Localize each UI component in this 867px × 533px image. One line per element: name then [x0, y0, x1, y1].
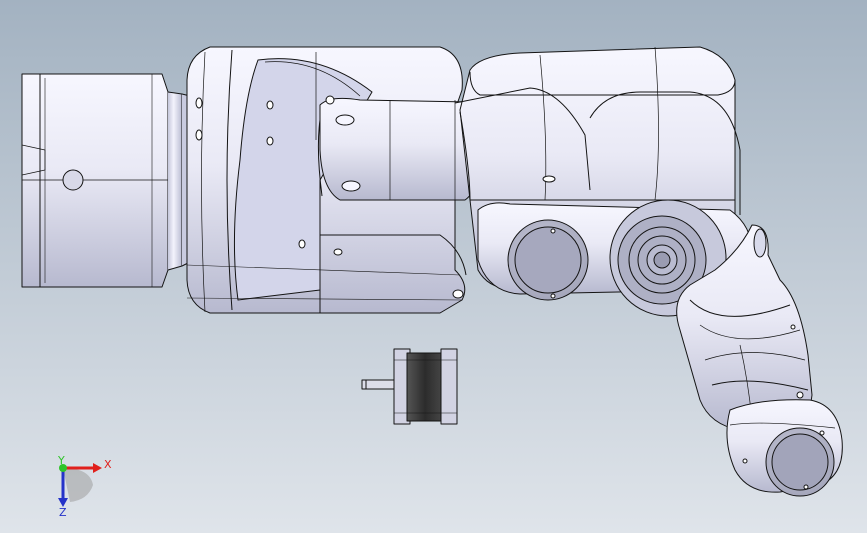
- z-axis-label: Z: [59, 506, 67, 519]
- x-axis-label: X: [104, 458, 112, 471]
- upper-arm-link[interactable]: [317, 95, 483, 201]
- end-effector-cap[interactable]: [726, 399, 843, 497]
- model-view[interactable]: X Y Z: [0, 0, 867, 533]
- cad-graphics-viewport[interactable]: X Y Z: [0, 0, 867, 533]
- y-axis-label: Y: [57, 454, 65, 467]
- base-flange-cylinder[interactable]: [21, 73, 191, 288]
